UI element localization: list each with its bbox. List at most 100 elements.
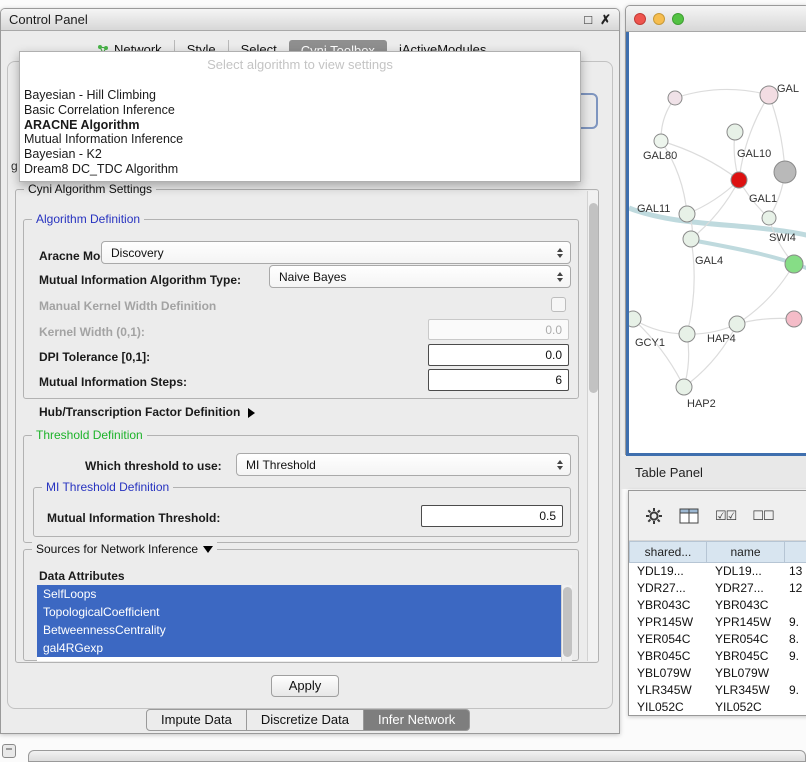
table-row[interactable]: YIL052CYIL052C — [629, 699, 806, 716]
network-node-label: SWI4 — [769, 232, 796, 244]
attributes-scrollbar[interactable] — [561, 585, 572, 661]
control-panel-window: Control Panel □ ✗ Network Style Select C… — [0, 8, 620, 734]
manual-kernel-label: Manual Kernel Width Definition — [39, 299, 216, 313]
network-node[interactable] — [762, 211, 776, 225]
mi-type-select[interactable]: Naive Bayes — [269, 265, 571, 288]
table-cell: YDR27... — [629, 580, 707, 597]
close-panel-icon[interactable]: ✗ — [600, 13, 611, 26]
network-node-label: HAP4 — [707, 333, 736, 345]
network-node[interactable] — [731, 172, 747, 188]
table-cell: 9. — [785, 682, 806, 699]
attributes-scrollbar-thumb[interactable] — [563, 587, 572, 657]
algorithm-option[interactable]: Bayesian - Hill Climbing — [20, 88, 580, 103]
table-row[interactable]: YDR27...YDR27...12 — [629, 580, 806, 597]
table-row[interactable]: YBR045CYBR045C9. — [629, 648, 806, 665]
control-panel-titlebar[interactable]: Control Panel □ ✗ — [1, 9, 619, 31]
network-node[interactable] — [654, 134, 668, 148]
tab-discretize-data[interactable]: Discretize Data — [247, 709, 364, 731]
network-node[interactable] — [727, 124, 743, 140]
settings-scrollbar[interactable] — [587, 191, 598, 661]
select-none-icon[interactable]: ☐☐ — [752, 509, 773, 522]
mi-type-label: Mutual Information Algorithm Type: — [39, 273, 241, 287]
which-threshold-select[interactable]: MI Threshold — [236, 453, 571, 476]
algorithm-dropdown-placeholder: Select algorithm to view settings — [20, 56, 580, 74]
table-cell — [785, 699, 806, 716]
mi-steps-input[interactable] — [428, 369, 569, 391]
network-edge — [769, 95, 785, 172]
close-button[interactable] — [634, 13, 646, 25]
network-node[interactable] — [629, 311, 641, 327]
apply-button[interactable]: Apply — [271, 675, 339, 697]
manual-kernel-checkbox — [551, 297, 566, 312]
attribute-list-item[interactable]: BetweennessCentrality — [37, 621, 561, 639]
table-cell — [785, 665, 806, 682]
network-node[interactable] — [760, 86, 778, 104]
gear-icon[interactable] — [645, 507, 663, 525]
mi-type-value: Naive Bayes — [279, 270, 346, 284]
algorithm-option[interactable]: Dream8 DC_TDC Algorithm — [20, 162, 580, 177]
kernel-width-label: Kernel Width (0,1): — [39, 325, 145, 339]
dpi-tolerance-input[interactable] — [428, 344, 569, 366]
network-node-label: GCY1 — [635, 337, 665, 349]
table-cell: YPR145W — [707, 614, 785, 631]
network-node[interactable] — [729, 316, 745, 332]
network-node[interactable] — [774, 161, 796, 183]
minimized-panel-icon[interactable] — [2, 744, 16, 758]
aracne-mode-select[interactable]: Discovery — [101, 241, 571, 264]
network-window-titlebar[interactable] — [626, 6, 806, 32]
attribute-list-item[interactable]: TopologicalCoefficient — [37, 603, 561, 621]
float-panel-icon[interactable]: □ — [584, 13, 592, 26]
hub-section-label: Hub/Transcription Factor Definition — [39, 405, 240, 419]
algorithm-option[interactable]: Mutual Information Inference — [20, 132, 580, 147]
table-row[interactable]: YPR145WYPR145W9. — [629, 614, 806, 631]
sources-group-title[interactable]: Sources for Network Inference — [32, 542, 217, 556]
network-node[interactable] — [785, 255, 803, 273]
network-canvas[interactable]: GALGAL80GAL10GAL11GAL1SWI4GAL4GCY1HAP4HA… — [626, 32, 806, 456]
expand-arrow-icon — [248, 408, 255, 418]
table-cell: YBR043C — [629, 597, 707, 614]
settings-scrollbar-thumb[interactable] — [589, 203, 598, 393]
data-attributes-list[interactable]: SelfLoopsTopologicalCoefficientBetweenne… — [37, 585, 561, 661]
tab-infer-network[interactable]: Infer Network — [364, 709, 470, 731]
combo-arrows-icon — [557, 248, 563, 258]
network-node[interactable] — [679, 326, 695, 342]
columns-icon[interactable] — [679, 508, 699, 524]
algorithm-dropdown-popup: Select algorithm to view settings Bayesi… — [19, 51, 581, 182]
table-row[interactable]: YER054CYER054C8. — [629, 631, 806, 648]
table-row[interactable]: YBL079WYBL079W — [629, 665, 806, 682]
table-row[interactable]: YLR345WYLR345W9. — [629, 682, 806, 699]
network-node[interactable] — [676, 379, 692, 395]
table-cell: 8. — [785, 631, 806, 648]
table-cell: YBL079W — [707, 665, 785, 682]
table-cell: 9. — [785, 614, 806, 631]
which-threshold-label: Which threshold to use: — [85, 459, 222, 473]
algorithm-option[interactable]: Basic Correlation Inference — [20, 103, 580, 118]
table-header-cell[interactable]: name — [707, 541, 785, 563]
network-edge — [737, 264, 794, 324]
zoom-button[interactable] — [672, 13, 684, 25]
mi-threshold-input[interactable] — [421, 505, 563, 527]
table-row[interactable]: YDL19...YDL19...13 — [629, 563, 806, 580]
background-window-edge[interactable] — [28, 750, 806, 762]
network-node[interactable] — [683, 231, 699, 247]
algorithm-option[interactable]: Bayesian - K2 — [20, 147, 580, 162]
attribute-list-item[interactable]: gal4RGexp — [37, 639, 561, 657]
network-node[interactable] — [786, 311, 802, 327]
table-cell: YPR145W — [629, 614, 707, 631]
network-node[interactable] — [668, 91, 682, 105]
table-panel-titlebar[interactable]: Table Panel — [621, 456, 806, 489]
table-body: YDL19...YDL19...13YDR27...YDR27...12YBR0… — [629, 563, 806, 716]
algorithm-option[interactable]: ARACNE Algorithm — [20, 118, 580, 133]
combo-arrows-icon — [557, 460, 563, 470]
attribute-list-item[interactable]: SelfLoops — [37, 585, 561, 603]
table-header-cell[interactable]: shared... — [629, 541, 707, 563]
network-edge — [739, 95, 769, 180]
network-node[interactable] — [679, 206, 695, 222]
hub-section-toggle[interactable]: Hub/Transcription Factor Definition — [39, 405, 255, 419]
minimize-button[interactable] — [653, 13, 665, 25]
table-row[interactable]: YBR043CYBR043C — [629, 597, 806, 614]
cyni-settings-title: Cyni Algorithm Settings — [24, 182, 156, 196]
table-header-cell[interactable] — [785, 541, 806, 563]
select-all-icon[interactable]: ☑☑ — [715, 509, 736, 522]
tab-impute-data[interactable]: Impute Data — [146, 709, 247, 731]
